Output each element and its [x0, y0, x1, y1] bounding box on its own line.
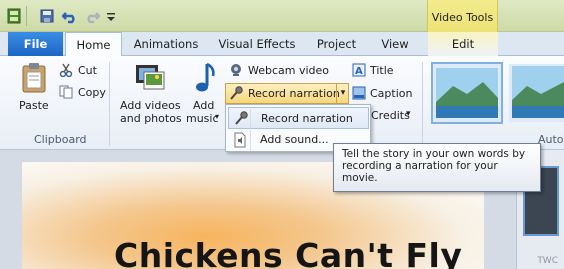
group-label-automovie: Auto: [538, 133, 564, 146]
webcam-video-button[interactable]: Webcam video: [248, 64, 329, 77]
tooltip: Tell the story in your own words by reco…: [333, 143, 541, 192]
svg-text:A: A: [355, 66, 363, 77]
record-narration-dropdown-arrow-icon[interactable]: ▾: [336, 84, 349, 103]
customize-toolbar-icon[interactable]: [106, 8, 116, 24]
paste-icon[interactable]: [20, 62, 48, 94]
group-separator: [422, 62, 423, 146]
app-icon[interactable]: [7, 8, 21, 24]
add-videos-label-line2[interactable]: and photos: [120, 112, 182, 125]
title-button[interactable]: Title: [370, 64, 394, 77]
group-label-clipboard: Clipboard: [34, 133, 87, 146]
add-music-label-line2[interactable]: music: [186, 112, 219, 125]
copy-button[interactable]: Copy: [78, 86, 106, 99]
webcam-icon[interactable]: [229, 63, 243, 77]
cut-button[interactable]: Cut: [78, 64, 97, 77]
tab-edit[interactable]: Edit: [428, 32, 498, 56]
sound-file-icon: [233, 132, 247, 151]
movie-title-text: Chickens Can't Fly: [114, 236, 463, 269]
caption-button[interactable]: Caption: [370, 87, 412, 100]
tab-home[interactable]: Home: [65, 32, 122, 57]
add-music-label-line1[interactable]: Add: [193, 99, 214, 112]
tab-animations[interactable]: Animations: [128, 32, 204, 56]
theme-thumbnail-selected[interactable]: [431, 62, 503, 124]
save-icon[interactable]: [40, 8, 54, 24]
title-icon[interactable]: A: [352, 63, 366, 77]
tab-project[interactable]: Project: [309, 32, 364, 56]
microphone-icon: [234, 111, 248, 128]
film-photos-icon[interactable]: [135, 62, 165, 92]
music-note-icon[interactable]: [193, 62, 215, 94]
add-videos-label-line1[interactable]: Add videos: [120, 99, 181, 112]
add-music-dropdown-arrow-icon[interactable]: ▾: [215, 112, 219, 121]
record-narration-button[interactable]: Record narration: [248, 87, 340, 100]
credits-button[interactable]: Credits: [371, 109, 410, 122]
menu-item-label: Record narration: [261, 112, 353, 125]
menu-gutter: [250, 107, 251, 151]
copy-icon[interactable]: [59, 85, 73, 99]
group-separator: [109, 62, 110, 146]
menu-item-label: Add sound...: [260, 133, 329, 146]
paste-button[interactable]: Paste: [19, 99, 49, 112]
cut-icon[interactable]: [59, 63, 73, 78]
video-tools-context-label: Video Tools: [427, 0, 498, 32]
watermark: TWC: [537, 256, 558, 266]
caption-icon[interactable]: [352, 86, 366, 100]
redo-icon[interactable]: [84, 8, 101, 24]
theme-thumbnail[interactable]: [509, 64, 564, 122]
undo-icon[interactable]: [61, 8, 78, 24]
tab-visual-effects[interactable]: Visual Effects: [214, 32, 300, 56]
credits-dropdown-arrow-icon[interactable]: ▾: [406, 109, 411, 119]
microphone-icon[interactable]: [229, 86, 243, 100]
tab-view[interactable]: View: [372, 32, 418, 56]
separator: [26, 6, 27, 26]
ribbon-tabs: File Home Animations Visual Effects Proj…: [0, 32, 564, 57]
tab-file[interactable]: File: [8, 32, 63, 56]
